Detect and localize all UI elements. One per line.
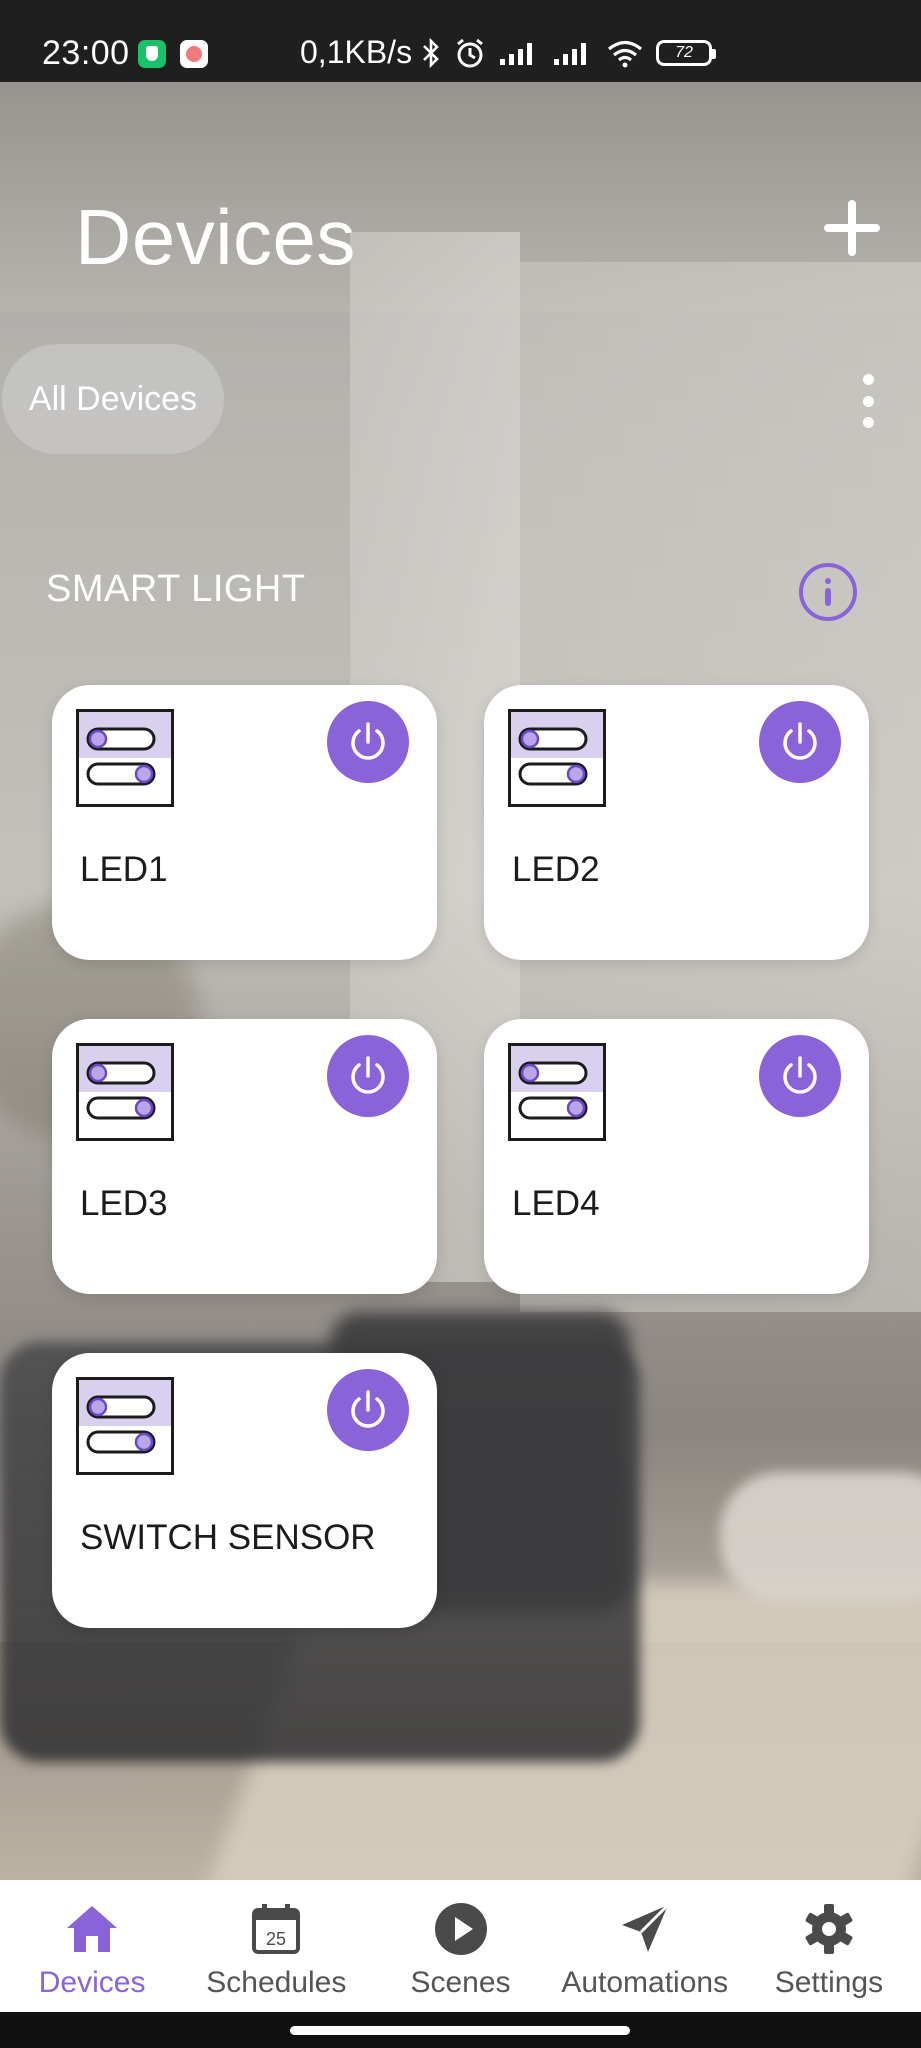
nav-devices[interactable]: Devices xyxy=(0,1880,184,2012)
device-card[interactable]: SWITCH SENSOR xyxy=(52,1353,437,1628)
battery-level: 72 xyxy=(675,44,693,61)
battery-icon: 72 xyxy=(656,40,716,66)
gear-icon xyxy=(805,1904,853,1954)
nav-label: Devices xyxy=(38,1966,146,1999)
switch-device-icon xyxy=(76,1377,174,1475)
nav-scenes[interactable]: Scenes xyxy=(368,1880,552,2012)
nav-label: Schedules xyxy=(206,1966,347,1999)
status-bar: 23:00 0,1KB/s 72 xyxy=(0,0,921,82)
network-speed: 0,1KB/s xyxy=(300,34,413,70)
device-card[interactable]: LED3 xyxy=(52,1019,437,1294)
nav-settings[interactable]: Settings xyxy=(737,1880,921,2012)
power-button[interactable] xyxy=(327,1035,409,1117)
signal-icon xyxy=(500,43,532,65)
home-icon xyxy=(67,1906,118,1952)
power-button[interactable] xyxy=(327,1369,409,1451)
section-title: SMART LIGHT xyxy=(46,568,306,610)
switch-device-icon xyxy=(76,709,174,807)
filter-all-devices[interactable]: All Devices xyxy=(2,344,224,454)
power-icon xyxy=(783,722,817,760)
power-icon xyxy=(351,722,385,760)
shield-app-icon xyxy=(138,40,166,68)
send-icon xyxy=(621,1903,669,1952)
alarm-icon xyxy=(457,38,483,68)
nav-automations[interactable]: Automations xyxy=(553,1880,737,2012)
nav-label: Automations xyxy=(561,1966,729,1999)
device-card[interactable]: LED1 xyxy=(52,685,437,960)
status-icons: 72 xyxy=(420,36,716,70)
switch-device-icon xyxy=(508,1043,606,1141)
nav-label: Scenes xyxy=(410,1966,511,1999)
notification-app-icon xyxy=(180,40,208,68)
add-device-button[interactable] xyxy=(820,196,884,260)
more-options-icon[interactable] xyxy=(856,374,880,428)
gesture-bar xyxy=(0,2012,921,2048)
calendar-badge: 25 xyxy=(266,1929,286,1949)
nav-schedules[interactable]: 25 Schedules xyxy=(184,1880,368,2012)
info-icon[interactable] xyxy=(799,563,857,621)
calendar-icon: 25 xyxy=(252,1904,301,1954)
power-button[interactable] xyxy=(759,1035,841,1117)
device-label: LED3 xyxy=(80,1184,168,1223)
power-button[interactable] xyxy=(327,701,409,783)
switch-device-icon xyxy=(508,709,606,807)
bottom-navigation: Devices 25 Schedules Scenes Automations xyxy=(0,1880,921,2012)
home-gesture-handle[interactable] xyxy=(290,2026,630,2035)
device-label: LED4 xyxy=(512,1184,600,1223)
power-icon xyxy=(783,1056,817,1094)
signal-icon-2 xyxy=(554,43,586,65)
device-label: SWITCH SENSOR xyxy=(80,1518,376,1557)
play-icon xyxy=(434,1903,487,1955)
power-button[interactable] xyxy=(759,701,841,783)
device-card[interactable]: LED2 xyxy=(484,685,869,960)
switch-device-icon xyxy=(76,1043,174,1141)
power-icon xyxy=(351,1056,385,1094)
status-time: 23:00 xyxy=(42,34,130,72)
nav-label: Settings xyxy=(774,1966,884,1999)
bluetooth-icon xyxy=(423,37,439,69)
device-card[interactable]: LED4 xyxy=(484,1019,869,1294)
device-label: LED2 xyxy=(512,850,600,889)
power-icon xyxy=(351,1390,385,1428)
wifi-icon xyxy=(607,40,643,68)
page-title: Devices xyxy=(75,193,356,281)
device-label: LED1 xyxy=(80,850,168,889)
